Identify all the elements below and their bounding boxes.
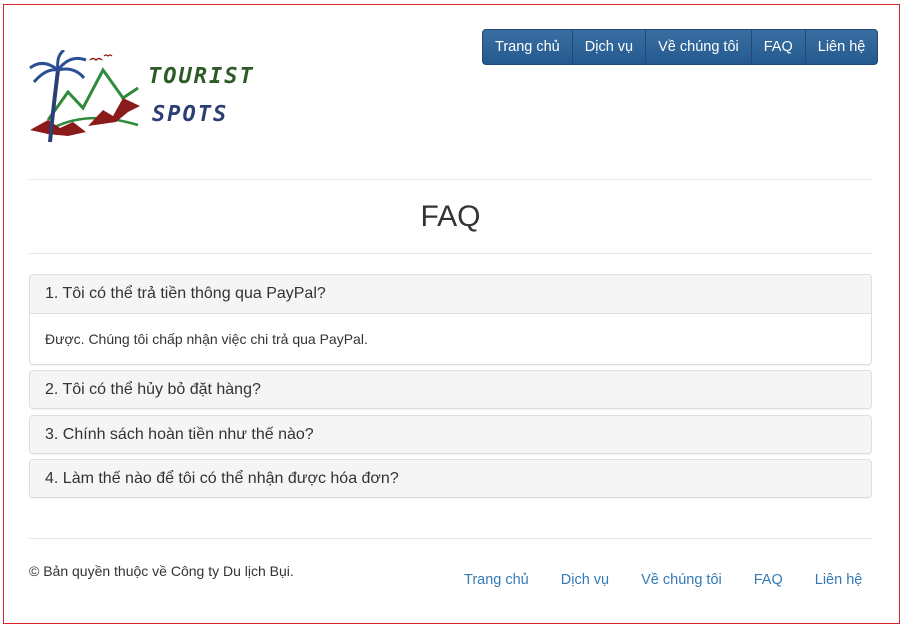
- copyright-text: © Bản quyền thuộc về Công ty Du lịch Bụi…: [29, 563, 294, 579]
- nav-item-contact[interactable]: Liên hệ: [804, 30, 878, 64]
- footer-link-about[interactable]: Về chúng tôi: [625, 572, 738, 588]
- main-nav: Trang chủ Dịch vụ Về chúng tôi FAQ Liên …: [482, 29, 879, 65]
- footer-link-home[interactable]: Trang chủ: [448, 572, 545, 588]
- nav-item-services[interactable]: Dịch vụ: [571, 30, 646, 64]
- title-divider: [29, 253, 872, 254]
- logo-text-spots: SPOTS: [152, 102, 229, 127]
- faq-panel-1: 1. Tôi có thể trả tiền thông qua PayPal?…: [29, 274, 872, 365]
- nav-item-about[interactable]: Về chúng tôi: [645, 30, 751, 64]
- nav-item-home[interactable]: Trang chủ: [483, 30, 572, 64]
- nav-item-faq[interactable]: FAQ: [750, 30, 805, 64]
- footer-nav: Trang chủ Dịch vụ Về chúng tôi FAQ Liên …: [448, 572, 878, 588]
- faq-panel-3: 3. Chính sách hoàn tiền như thế nào?: [29, 415, 872, 454]
- footer-divider: [29, 538, 872, 539]
- footer-link-faq[interactable]: FAQ: [738, 572, 799, 588]
- faq-question-4[interactable]: 4. Làm thế nào để tôi có thể nhận được h…: [30, 460, 871, 497]
- faq-panel-2: 2. Tôi có thể hủy bỏ đặt hàng?: [29, 370, 872, 409]
- faq-question-3[interactable]: 3. Chính sách hoàn tiền như thế nào?: [30, 416, 871, 453]
- footer-link-services[interactable]: Dịch vụ: [545, 572, 625, 588]
- header-divider: [29, 179, 872, 180]
- footer-link-contact[interactable]: Liên hệ: [799, 572, 879, 588]
- faq-question-2[interactable]: 2. Tôi có thể hủy bỏ đặt hàng?: [30, 371, 871, 408]
- faq-panel-4: 4. Làm thế nào để tôi có thể nhận được h…: [29, 459, 872, 498]
- logo-text-tourist: TOURIST: [148, 64, 255, 89]
- faq-answer-1: Được. Chúng tôi chấp nhận việc chi trả q…: [30, 313, 871, 363]
- faq-question-1[interactable]: 1. Tôi có thể trả tiền thông qua PayPal?: [30, 275, 871, 313]
- page-title: FAQ: [420, 200, 481, 233]
